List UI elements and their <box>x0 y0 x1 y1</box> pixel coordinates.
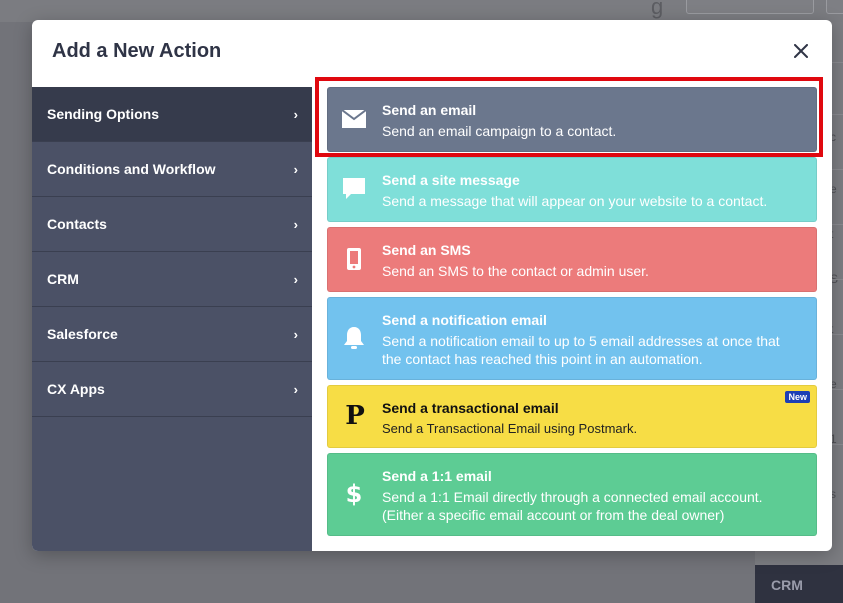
chevron-right-icon: › <box>293 106 298 122</box>
chevron-right-icon: › <box>293 381 298 397</box>
background-crm-item: CRM <box>755 565 843 603</box>
action-send-one-to-one-email[interactable]: $ Send a 1:1 email Send a 1:1 Email dire… <box>327 453 817 536</box>
bell-icon <box>340 324 368 352</box>
sidebar-item-label: CX Apps <box>47 381 105 397</box>
sidebar-item-label: Contacts <box>47 216 107 232</box>
sidebar-item-salesforce[interactable]: Salesforce › <box>32 307 312 362</box>
sidebar-item-conditions-workflow[interactable]: Conditions and Workflow › <box>32 142 312 197</box>
phone-icon <box>340 245 368 273</box>
close-button[interactable] <box>788 38 814 64</box>
action-description: Send a message that will appear on your … <box>382 193 768 209</box>
action-description: Send a Transactional Email using Postmar… <box>382 421 638 436</box>
envelope-icon <box>340 105 368 133</box>
background-glyph: g <box>651 0 664 19</box>
sidebar-item-crm[interactable]: CRM › <box>32 252 312 307</box>
add-action-modal: Add a New Action Sending Options › Condi… <box>32 20 832 551</box>
dollar-icon: $ <box>345 480 363 508</box>
action-send-email[interactable]: Send an email Send an email campaign to … <box>327 87 817 152</box>
action-title: Send a 1:1 email <box>382 468 492 484</box>
chevron-right-icon: › <box>293 271 298 287</box>
chevron-right-icon: › <box>293 161 298 177</box>
action-description: Send an SMS to the contact or admin user… <box>382 263 649 279</box>
action-category-sidebar: Sending Options › Conditions and Workflo… <box>32 87 312 551</box>
modal-title: Add a New Action <box>52 40 222 62</box>
action-description: Send a notification email to up to 5 ema… <box>382 333 780 367</box>
sidebar-item-cx-apps[interactable]: CX Apps › <box>32 362 312 417</box>
action-description: Send an email campaign to a contact. <box>382 123 617 139</box>
action-title: Send an email <box>382 102 477 118</box>
sidebar-item-label: Salesforce <box>47 326 118 342</box>
action-title: Send an SMS <box>382 242 471 258</box>
action-description: Send a 1:1 Email directly through a conn… <box>382 489 763 523</box>
close-icon <box>794 44 808 58</box>
action-send-notification-email[interactable]: Send a notification email Send a notific… <box>327 297 817 380</box>
action-title: Send a notification email <box>382 312 547 328</box>
action-title: Send a transactional email <box>382 400 559 416</box>
sidebar-item-sending-options[interactable]: Sending Options › <box>32 87 312 142</box>
action-title: Send a site message <box>382 172 520 188</box>
background-button-2 <box>826 0 843 14</box>
sidebar-item-label: CRM <box>47 271 79 287</box>
postmark-logo-letter: P <box>345 401 365 431</box>
sidebar-item-label: Conditions and Workflow <box>47 161 216 177</box>
action-send-transactional-email[interactable]: P Send a transactional email Send a Tran… <box>327 385 817 448</box>
sidebar-item-contacts[interactable]: Contacts › <box>32 197 312 252</box>
action-send-site-message[interactable]: Send a site message Send a message that … <box>327 157 817 222</box>
background-crm-label: CRM <box>771 577 803 593</box>
chevron-right-icon: › <box>293 326 298 342</box>
sidebar-item-label: Sending Options <box>47 106 159 122</box>
chat-bubble-icon <box>340 175 368 203</box>
action-send-sms[interactable]: Send an SMS Send an SMS to the contact o… <box>327 227 817 292</box>
postmark-logo-icon: P <box>338 399 372 433</box>
background-button <box>686 0 814 14</box>
chevron-right-icon: › <box>293 216 298 232</box>
new-badge: New <box>785 391 810 403</box>
